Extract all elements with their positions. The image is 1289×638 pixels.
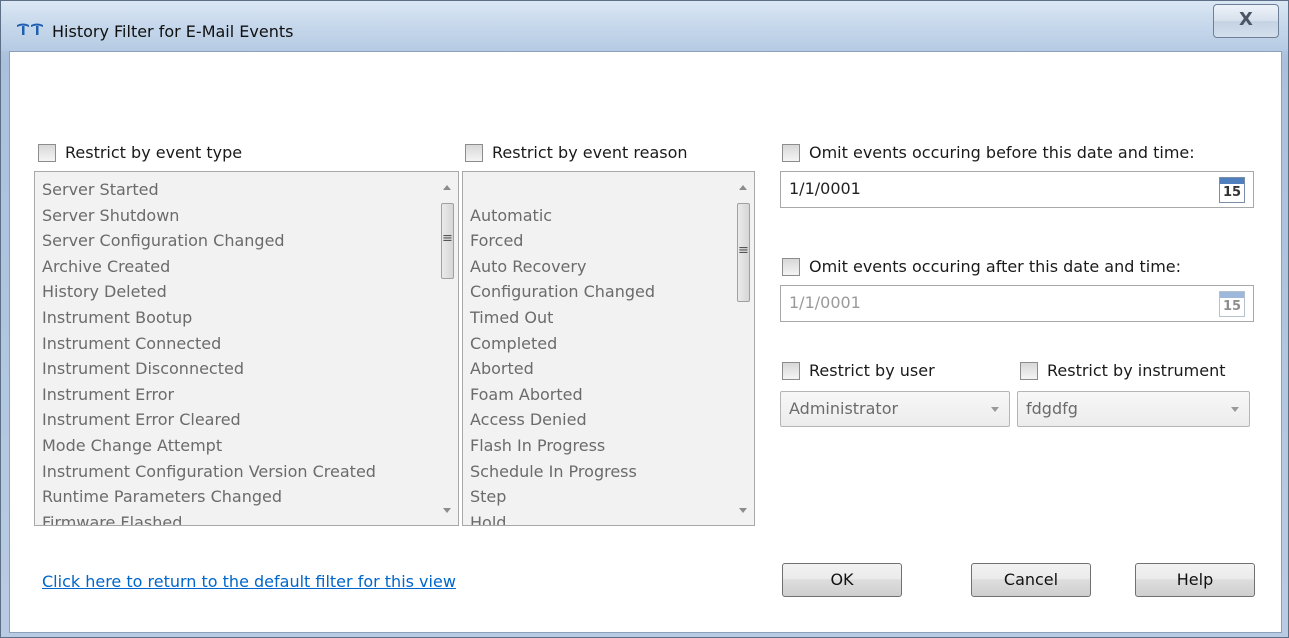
scroll-down-icon[interactable]	[443, 508, 451, 513]
event-type-scrollbar[interactable]: ≡	[438, 172, 458, 525]
instrument-label: Restrict by instrument	[1047, 361, 1226, 380]
scroll-up-icon[interactable]	[739, 185, 747, 190]
scroll-thumb[interactable]: ≡	[441, 203, 454, 279]
instrument-select-value: fdgdfg	[1026, 399, 1078, 418]
instrument-checkbox[interactable]	[1020, 362, 1038, 380]
list-item[interactable]: Configuration Changed	[470, 279, 655, 305]
list-item[interactable]: Instrument Disconnected	[42, 356, 376, 382]
scroll-thumb[interactable]: ≡	[737, 203, 750, 302]
list-item[interactable]: Auto Recovery	[470, 254, 655, 280]
calendar-icon[interactable]: 15	[1219, 177, 1245, 203]
chevron-down-icon	[991, 407, 999, 412]
list-item[interactable]: Server Shutdown	[42, 203, 376, 229]
grip-icon: ≡	[738, 242, 749, 258]
list-item[interactable]: Server Configuration Changed	[42, 228, 376, 254]
list-item[interactable]: Instrument Bootup	[42, 305, 376, 331]
list-item[interactable]: Automatic	[470, 203, 655, 229]
calendar-day: 15	[1222, 299, 1242, 314]
list-item[interactable]: Instrument Error Cleared	[42, 407, 376, 433]
list-item[interactable]: Timed Out	[470, 305, 655, 331]
list-item[interactable]	[470, 177, 655, 203]
cancel-button[interactable]: Cancel	[971, 563, 1091, 597]
list-item[interactable]: Runtime Parameters Changed	[42, 484, 376, 510]
close-button[interactable]: X	[1213, 4, 1279, 38]
omit-before-label: Omit events occuring before this date an…	[809, 143, 1195, 162]
user-select-value: Administrator	[789, 399, 899, 418]
event-type-label: Restrict by event type	[65, 143, 243, 162]
event-reason-checkbox[interactable]	[465, 144, 483, 162]
list-item[interactable]: Completed	[470, 331, 655, 357]
user-label: Restrict by user	[809, 361, 935, 380]
event-type-list[interactable]: Server Started Server Shutdown Server Conf…	[34, 171, 459, 526]
omit-after-date-field[interactable]: 1/1/0001 15	[780, 285, 1254, 322]
omit-after-checkbox[interactable]	[782, 258, 800, 276]
omit-before-checkbox[interactable]	[782, 144, 800, 162]
list-item[interactable]: Server Started	[42, 177, 376, 203]
user-select[interactable]: Administrator	[780, 391, 1010, 427]
user-checkbox[interactable]	[782, 362, 800, 380]
list-item[interactable]: Instrument Error	[42, 382, 376, 408]
list-item[interactable]: Aborted	[470, 356, 655, 382]
omit-after-date-value: 1/1/0001	[789, 293, 861, 312]
list-item[interactable]: Access Denied	[470, 407, 655, 433]
omit-after-label: Omit events occuring after this date and…	[809, 257, 1182, 276]
event-reason-list[interactable]: Automatic Forced Auto Recovery Configuratio…	[462, 171, 755, 526]
list-item[interactable]: Instrument Connected	[42, 331, 376, 357]
calendar-day: 15	[1222, 185, 1242, 200]
event-type-checkbox[interactable]	[38, 144, 56, 162]
list-item[interactable]: Instrument Configuration Version Created	[42, 459, 376, 485]
list-item[interactable]: Foam Aborted	[470, 382, 655, 408]
help-button[interactable]: Help	[1135, 563, 1255, 597]
list-item[interactable]: Schedule In Progress	[470, 459, 655, 485]
dialog-window: History Filter for E-Mail Events X Restr…	[0, 0, 1289, 638]
list-item[interactable]: Firmware Flashed	[42, 510, 376, 525]
default-filter-link[interactable]: Click here to return to the default filt…	[42, 572, 456, 591]
event-reason-scrollbar[interactable]: ≡	[734, 172, 754, 525]
list-item[interactable]: History Deleted	[42, 279, 376, 305]
list-item[interactable]: Step	[470, 484, 655, 510]
instrument-select[interactable]: fdgdfg	[1017, 391, 1250, 427]
calendar-icon[interactable]: 15	[1219, 291, 1245, 317]
list-item[interactable]: Flash In Progress	[470, 433, 655, 459]
window-title: History Filter for E-Mail Events	[52, 22, 294, 41]
close-icon: X	[1239, 9, 1253, 30]
list-item[interactable]: Archive Created	[42, 254, 376, 280]
ok-button[interactable]: OK	[782, 563, 902, 597]
title-bar[interactable]: History Filter for E-Mail Events X	[1, 1, 1288, 51]
chevron-down-icon	[1231, 407, 1239, 412]
list-item[interactable]: Forced	[470, 228, 655, 254]
grip-icon: ≡	[442, 231, 453, 246]
app-logo-icon	[17, 23, 43, 35]
dialog-content: Restrict by event type Server Started Ser…	[9, 51, 1282, 633]
omit-before-date-value: 1/1/0001	[789, 179, 861, 198]
scroll-down-icon[interactable]	[739, 508, 747, 513]
list-item[interactable]: Mode Change Attempt	[42, 433, 376, 459]
list-item[interactable]: Hold	[470, 510, 655, 525]
scroll-up-icon[interactable]	[443, 185, 451, 190]
event-reason-label: Restrict by event reason	[492, 143, 688, 162]
omit-before-date-field[interactable]: 1/1/0001 15	[780, 171, 1254, 208]
